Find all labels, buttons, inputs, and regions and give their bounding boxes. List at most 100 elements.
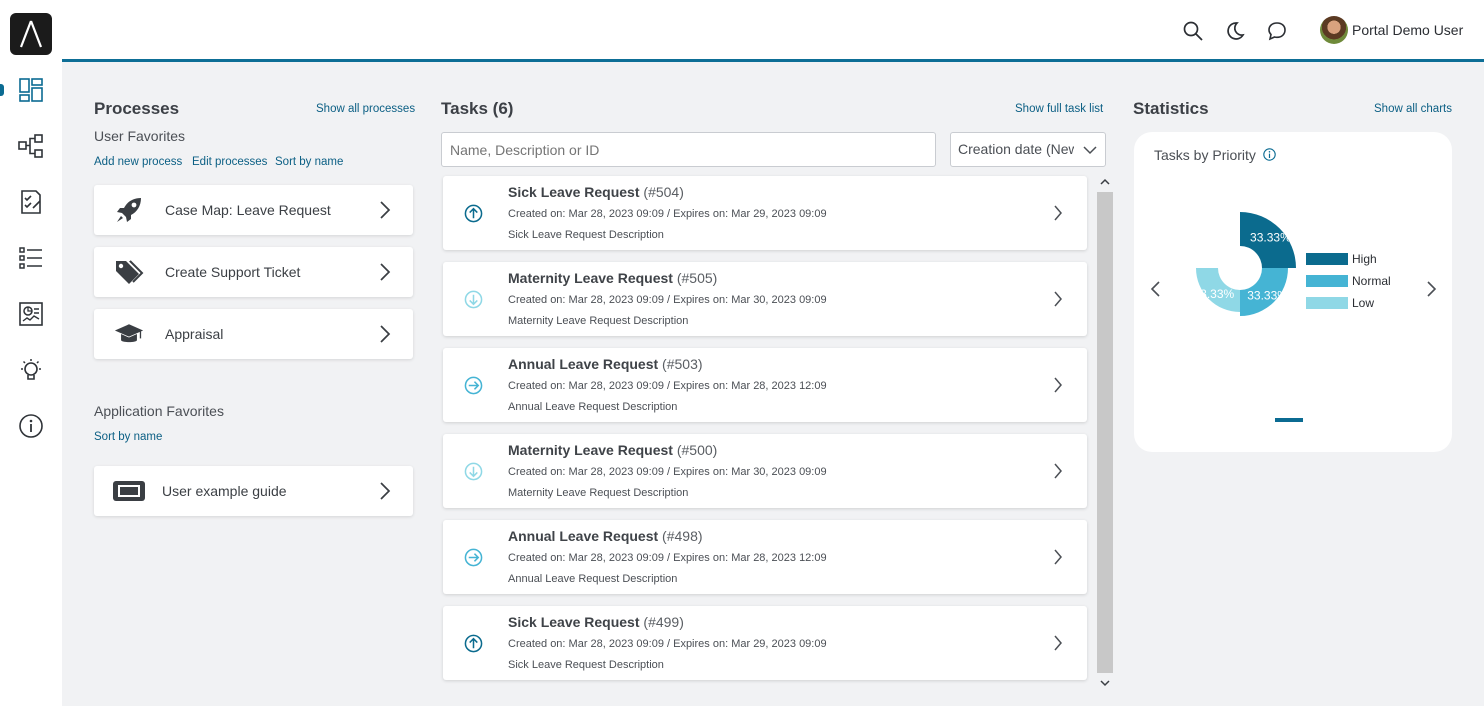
graduation-cap-icon [114,320,144,348]
task-description: Sick Leave Request Description [508,229,664,241]
task-id: (#498) [662,528,703,544]
task-dates: Created on: Mar 28, 2023 09:09 / Expires… [508,294,827,306]
priority-donut-chart: 33.33% 33.33% 33.33% [1193,212,1296,316]
nav-statistics[interactable] [0,294,62,334]
task-card[interactable]: Maternity Leave Request (#500) Created o… [443,434,1087,508]
legend-item-normal[interactable]: Normal [1306,274,1391,288]
chevron-left-icon[interactable] [1149,280,1161,298]
task-description: Annual Leave Request Description [508,573,678,585]
task-card[interactable]: Annual Leave Request (#498) Created on: … [443,520,1087,594]
task-sort-select[interactable]: Creation date (Newest first) [950,132,1106,167]
sidebar [0,0,62,706]
nav-ideas[interactable] [0,350,62,390]
tags-icon [114,258,144,286]
user-favorites-heading: User Favorites [94,128,186,144]
statistics-icon [19,302,43,326]
task-dates: Created on: Mar 28, 2023 09:09 / Expires… [508,208,827,220]
user-name[interactable]: Portal Demo User [1352,22,1463,38]
donut-data-label: 33.33% [1193,287,1234,301]
legend-item-high[interactable]: High [1306,252,1377,266]
dark-mode-moon-icon[interactable] [1224,20,1246,42]
task-description: Maternity Leave Request Description [508,487,689,499]
task-title: Sick Leave Request (#504) [508,184,684,200]
nav-dashboard[interactable] [0,70,62,110]
task-list-scrollbar[interactable] [1097,176,1113,691]
task-description: Annual Leave Request Description [508,401,678,413]
list-icon [19,247,42,269]
scroll-down-arrow-icon[interactable] [1100,679,1110,687]
chevron-right-icon [1054,549,1062,565]
task-list-icon [21,190,41,214]
app-logo[interactable] [10,13,52,55]
tasks-title: Tasks (6) [441,99,514,118]
task-card[interactable]: Sick Leave Request (#499) Created on: Ma… [443,606,1087,680]
chat-bubble-icon[interactable] [1266,20,1288,42]
chevron-right-icon [1054,291,1062,307]
task-id: (#503) [662,356,703,372]
legend-swatch-low [1306,297,1348,309]
logo-mark-icon [19,20,43,48]
chart-title-text: Tasks by Priority [1154,147,1256,163]
legend-item-low[interactable]: Low [1306,296,1374,310]
task-card[interactable]: Annual Leave Request (#503) Created on: … [443,348,1087,422]
nav-tasks[interactable] [0,182,62,222]
statistics-title: Statistics [1133,99,1209,118]
chevron-right-icon [380,263,391,281]
nav-cases[interactable] [0,238,62,278]
scrollbar-thumb[interactable] [1097,192,1113,673]
chevron-right-icon [380,201,391,219]
avatar[interactable] [1320,16,1348,44]
nav-about[interactable] [0,406,62,446]
show-all-processes-link[interactable]: Show all processes [316,103,415,115]
legend-label: High [1352,252,1377,266]
add-new-process-link[interactable]: Add new process [94,156,182,168]
nav-processes[interactable] [0,126,62,166]
legend-label: Low [1352,296,1375,310]
process-flow-icon [18,134,43,158]
process-card-case-map[interactable]: Case Map: Leave Request [94,185,413,235]
carousel-indicator[interactable] [1275,418,1303,422]
application-favorites-heading: Application Favorites [94,403,224,419]
priority-low-icon [464,462,483,481]
task-description: Maternity Leave Request Description [508,315,689,327]
chevron-right-icon[interactable] [1426,280,1438,298]
task-name: Sick Leave Request [508,614,640,630]
search-icon[interactable] [1182,20,1204,42]
process-label: Appraisal [165,326,224,342]
task-card[interactable]: Sick Leave Request (#504) Created on: Ma… [443,176,1087,250]
task-card[interactable]: Maternity Leave Request (#505) Created o… [443,262,1087,336]
task-search-input[interactable] [441,132,936,167]
chevron-right-icon [1054,635,1062,651]
show-all-charts-link[interactable]: Show all charts [1374,103,1452,115]
task-dates: Created on: Mar 28, 2023 09:09 / Expires… [508,380,827,392]
app-card-user-example-guide[interactable]: User example guide [94,466,413,516]
scroll-up-arrow-icon[interactable] [1100,178,1110,186]
priority-high-icon [464,204,483,223]
chevron-right-icon [1054,205,1062,221]
app-sort-by-name-link[interactable]: Sort by name [94,431,162,443]
chevron-right-icon [380,482,391,500]
task-name: Annual Leave Request [508,528,659,544]
info-icon [19,414,43,438]
app-label: User example guide [162,483,287,499]
edit-processes-link[interactable]: Edit processes [192,156,267,168]
process-card-support-ticket[interactable]: Create Support Ticket [94,247,413,297]
sort-value: Creation date (Newest first) [958,141,1074,157]
task-name: Sick Leave Request [508,184,640,200]
ticket-icon [112,477,146,505]
priority-normal-icon [464,376,483,395]
task-name: Annual Leave Request [508,356,659,372]
show-full-task-list-link[interactable]: Show full task list [1015,103,1103,115]
legend-label: Normal [1352,274,1391,288]
task-title: Annual Leave Request (#498) [508,528,703,544]
task-title: Sick Leave Request (#499) [508,614,684,630]
task-dates: Created on: Mar 28, 2023 09:09 / Expires… [508,552,827,564]
process-label: Case Map: Leave Request [165,202,331,218]
info-icon[interactable] [1263,148,1276,161]
chart-card-tasks-by-priority: Tasks by Priority 33.33% 33.33% 33.33% Hig… [1134,132,1452,452]
processes-title: Processes [94,99,180,118]
task-dates: Created on: Mar 28, 2023 09:09 / Expires… [508,638,827,650]
task-description: Sick Leave Request Description [508,659,664,671]
process-card-appraisal[interactable]: Appraisal [94,309,413,359]
sort-by-name-link[interactable]: Sort by name [275,156,343,168]
